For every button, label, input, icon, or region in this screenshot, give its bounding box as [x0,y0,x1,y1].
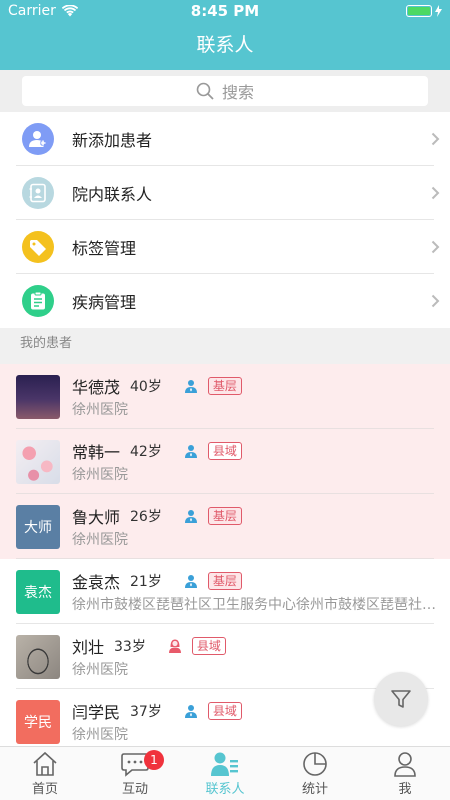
menu-item-new-patient[interactable]: 新添加患者 [0,112,450,166]
menu-label: 院内联系人 [72,185,153,204]
male-icon [184,574,198,588]
battery-icon [406,5,442,17]
tab-label: 我 [398,782,412,797]
male-icon [184,444,198,458]
tab-contacts[interactable]: 联系人 [180,747,270,800]
patient-age: 40岁 [130,378,162,395]
patient-name: 常韩一 [72,442,121,462]
patient-tag: 基层 [207,376,242,395]
patient-row[interactable]: 袁杰 金袁杰 21岁 基层 徐州市鼓楼区琵琶社区卫生服务中心徐州市鼓楼区琵琶社区… [0,559,450,624]
search-bar: 搜索 [0,70,450,112]
tab-label: 联系人 [205,782,245,797]
patient-hospital: 徐州医院 [72,531,128,548]
patient-name: 闫学民 [72,702,121,722]
add-patient-icon [22,123,54,155]
patient-row[interactable]: 大师 鲁大师 26岁 基层 徐州医院 [0,494,450,559]
patient-name: 刘壮 [72,637,105,657]
avatar-text: 大师 [16,504,60,549]
patient-age: 21岁 [130,573,162,590]
patient-tag: 县域 [207,441,242,460]
tab-home[interactable]: 首页 [0,747,90,800]
tab-label: 统计 [301,782,328,797]
tab-label: 互动 [121,782,148,797]
person-icon [394,752,416,777]
avatar-text: 学民 [16,699,60,744]
avatar-photo [16,374,60,419]
menu-item-disease-management[interactable]: 疾病管理 [0,274,450,328]
avatar-photo [16,634,60,679]
search-input[interactable]: 搜索 [22,76,428,106]
menu-label: 新添加患者 [72,131,153,150]
patient-tag: 基层 [207,571,242,590]
female-icon [168,639,182,653]
patient-row[interactable]: 常韩一 42岁 县域 徐州医院 [0,429,450,494]
patient-tag: 县域 [207,701,242,720]
avatar-photo [16,439,60,484]
contact-card-icon [22,177,54,209]
tab-me[interactable]: 我 [360,747,450,800]
status-time: 8:45 PM [190,2,260,20]
chevron-right-icon [420,132,450,146]
patient-age: 37岁 [130,703,162,720]
patient-tag: 基层 [207,506,242,525]
male-icon [184,379,198,393]
filter-button[interactable] [374,672,428,726]
menu-label: 标签管理 [72,239,137,258]
patient-hospital: 徐州医院 [72,726,128,743]
patient-tag: 县域 [191,636,226,655]
chevron-right-icon [420,186,450,200]
section-header-my-patients: 我的患者 [0,328,450,360]
patient-age: 26岁 [130,508,162,525]
page-title: 联系人 [196,34,254,56]
unread-badge: 1 [144,750,164,770]
search-icon [196,82,214,100]
filter-icon [391,690,411,708]
pie-chart-icon [303,752,327,776]
patient-name: 金袁杰 [72,572,121,592]
tab-label: 首页 [31,782,58,797]
patient-hospital: 徐州医院 [72,401,128,418]
patient-age: 42岁 [130,443,162,460]
tab-interaction[interactable]: 1 互动 [90,747,180,800]
top-bar: Carrier 8:45 PM 联系人 [0,0,450,70]
search-placeholder: 搜索 [221,83,254,102]
avatar-text: 袁杰 [16,569,60,614]
chevron-right-icon [420,294,450,308]
tab-statistics[interactable]: 统计 [270,747,360,800]
contact-menu: 新添加患者 院内联系人 标签管理 疾病管理 [0,112,450,328]
male-icon [184,704,198,718]
clipboard-icon [22,285,54,317]
tab-bar: 首页 1 互动 联系人 统计 我 [0,746,450,800]
status-bar: Carrier 8:45 PM [0,0,450,22]
patient-hospital: 徐州医院 [72,466,128,483]
patient-name: 鲁大师 [72,507,121,527]
patient-hospital: 徐州市鼓楼区琵琶社区卫生服务中心徐州市鼓楼区琵琶社区卫生服务中心 [72,596,450,613]
menu-item-tag-management[interactable]: 标签管理 [0,220,450,274]
patient-name: 华德茂 [72,377,121,397]
patient-row[interactable]: 华德茂 40岁 基层 徐州医院 [0,364,450,429]
menu-item-hospital-contacts[interactable]: 院内联系人 [0,166,450,220]
chevron-right-icon [420,240,450,254]
patient-age: 33岁 [114,638,146,655]
tag-icon [22,231,54,263]
menu-label: 疾病管理 [72,293,137,312]
contacts-icon [211,752,238,776]
male-icon [184,509,198,523]
home-icon [33,751,57,776]
